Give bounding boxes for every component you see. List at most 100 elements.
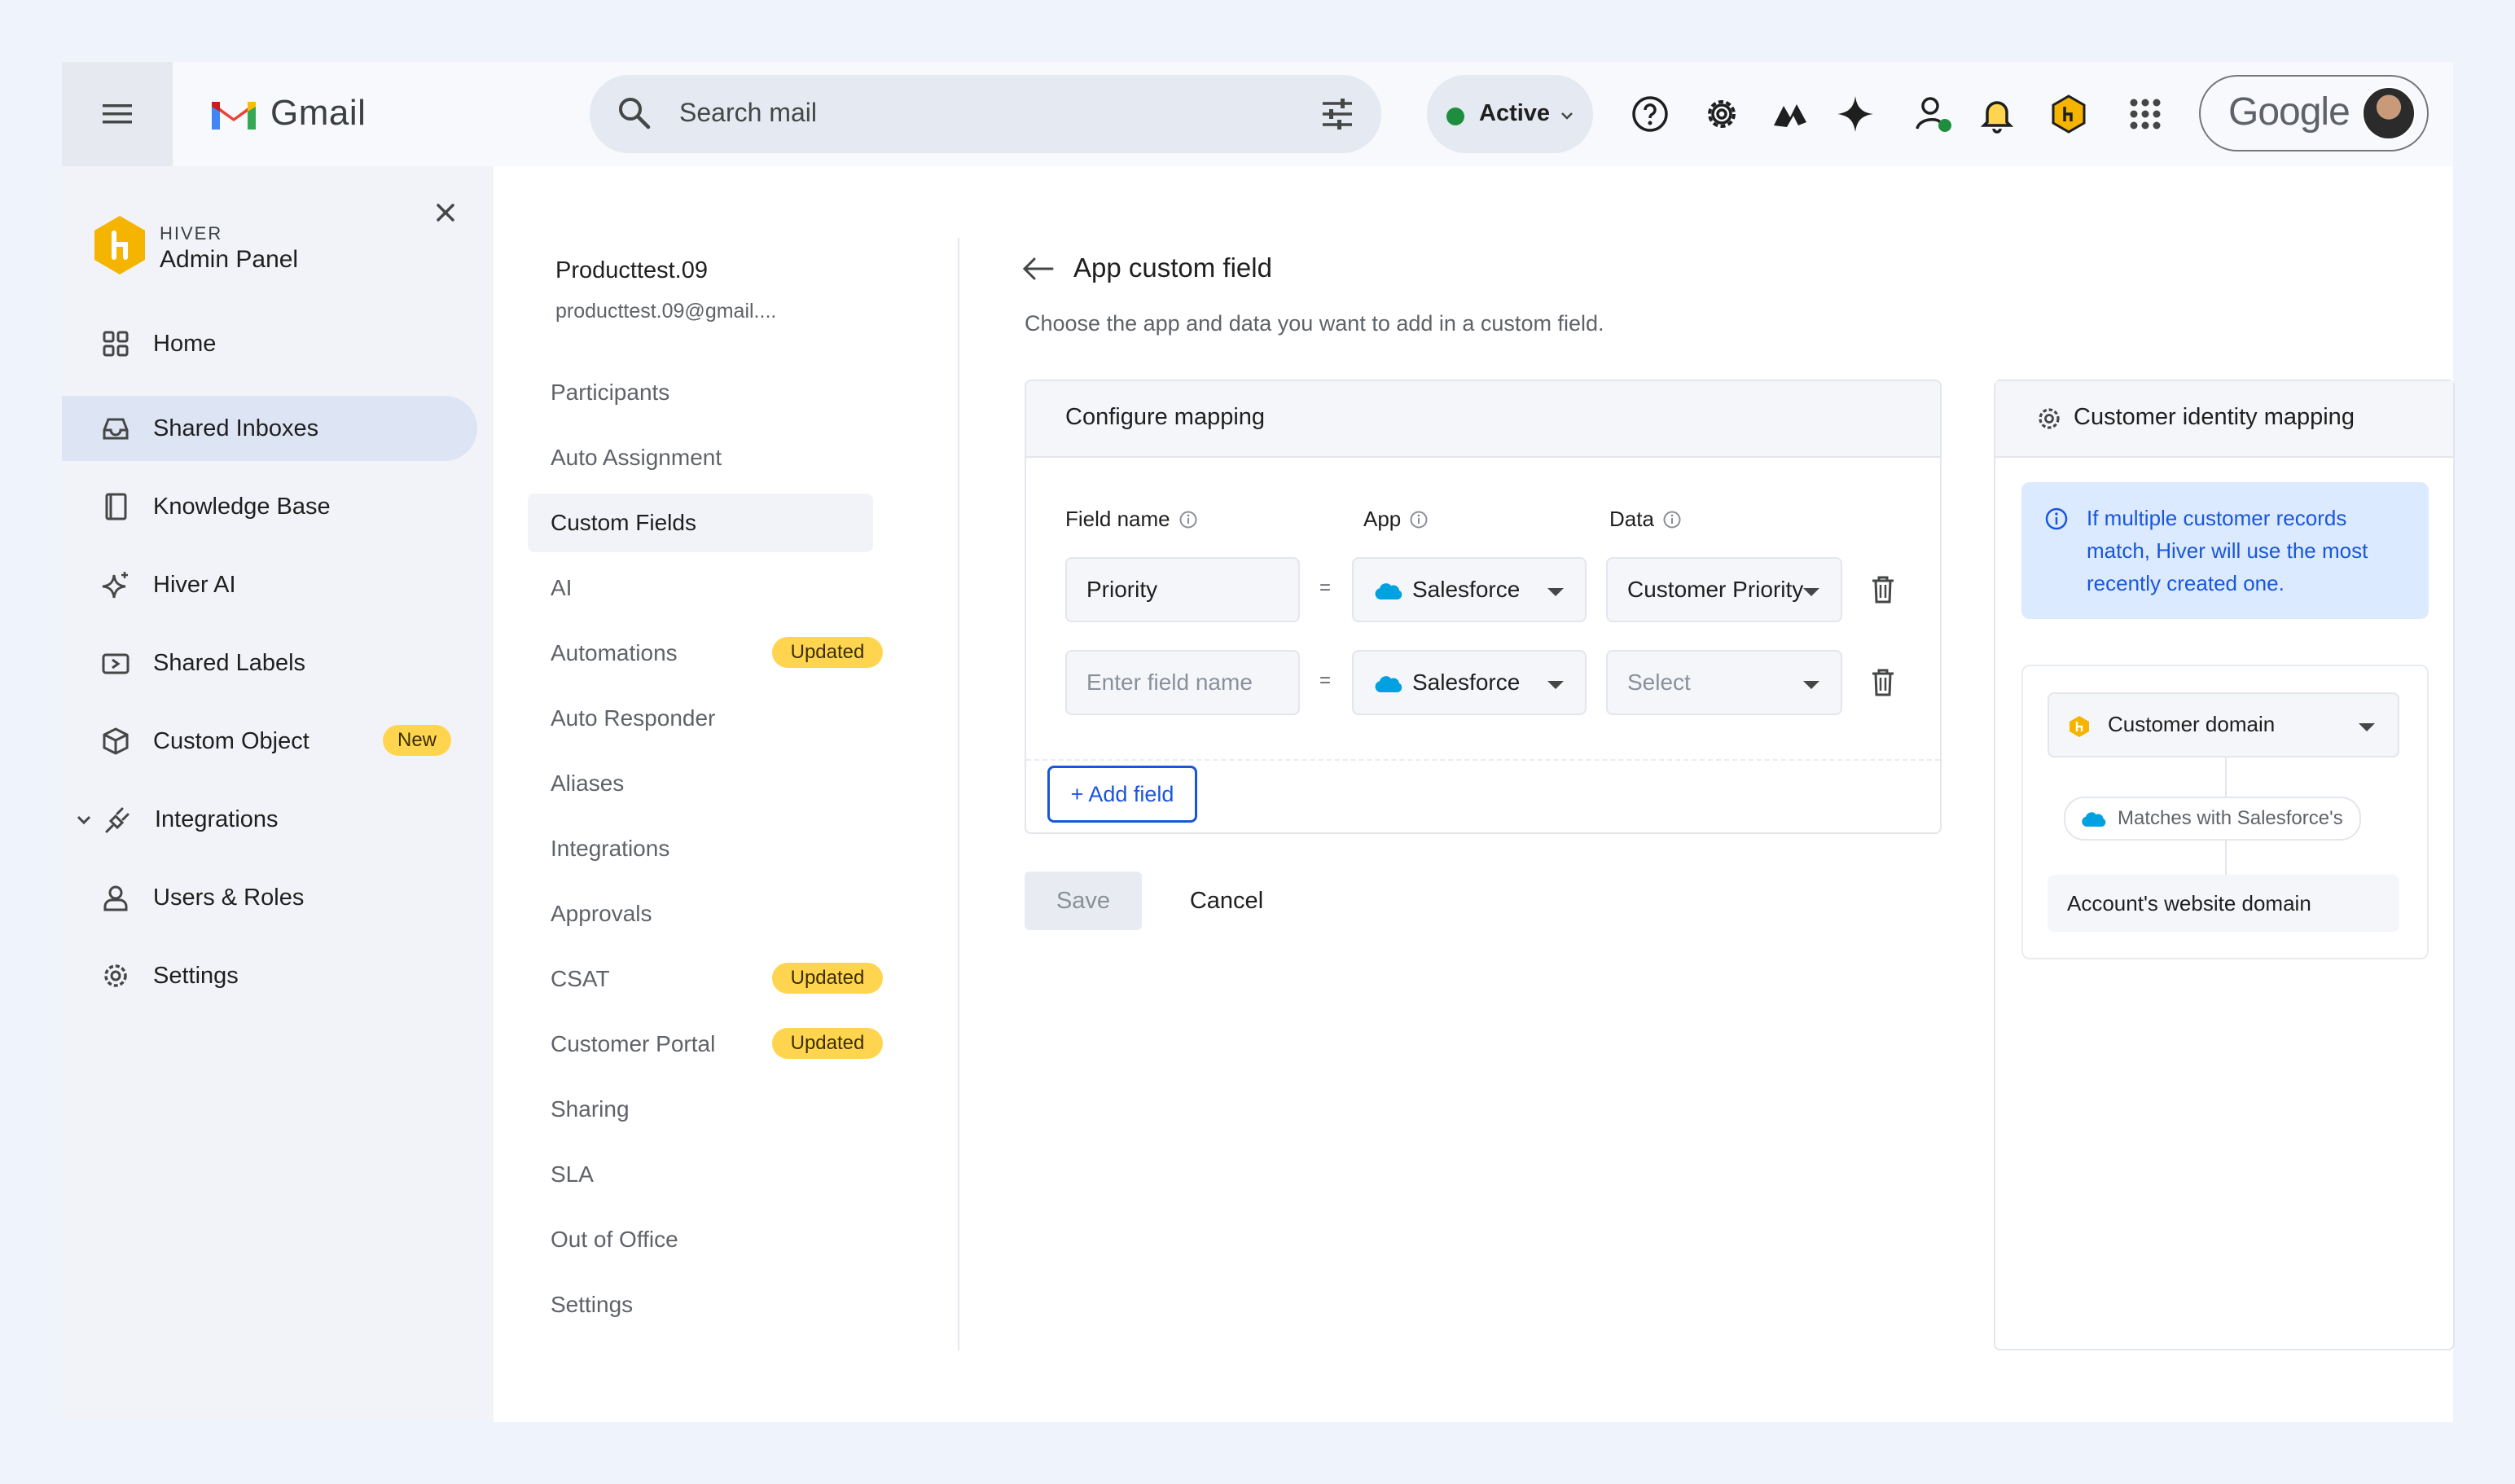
settings-item-participants[interactable]: Participants (528, 363, 873, 422)
field-name-input[interactable]: Enter field name (1065, 650, 1300, 715)
data-select[interactable]: Select (1606, 650, 1842, 715)
status-label: Active (1479, 100, 1551, 126)
nav-item-shared-inboxes[interactable]: Shared Inboxes (62, 396, 477, 461)
search-input[interactable]: Search mail (679, 98, 817, 128)
hiver-app-icon[interactable] (1769, 93, 1811, 135)
settings-item-integrations[interactable]: Integrations (528, 819, 873, 878)
main-menu-button[interactable] (62, 62, 173, 166)
settings-item-label: CSAT (551, 966, 610, 991)
nav-item-integrations[interactable]: Integrations (62, 787, 477, 852)
nav-label: Shared Labels (153, 650, 306, 676)
field-name-value: Priority (1086, 577, 1158, 602)
inbox-name: Producttest.09 (555, 257, 708, 283)
field-name-input[interactable]: Priority (1065, 557, 1300, 622)
settings-item-aliases[interactable]: Aliases (528, 754, 873, 813)
settings-item-csat[interactable]: CSAT Updated (528, 950, 883, 1008)
salesforce-cloud-icon (1375, 583, 1402, 599)
settings-item-label: SLA (551, 1161, 594, 1187)
settings-item-approvals[interactable]: Approvals (528, 885, 873, 943)
notification-bell-icon[interactable] (1976, 93, 2018, 135)
customer-identity-panel: Customer identity mapping If multiple cu… (1994, 380, 2455, 1350)
settings-item-label: Customer Portal (551, 1031, 716, 1056)
brand-small-label: HIVER (160, 223, 223, 244)
data-select[interactable]: Customer Priority (1606, 557, 1842, 622)
nav-item-home[interactable]: Home (62, 311, 477, 376)
settings-item-sla[interactable]: SLA (528, 1145, 873, 1204)
data-column-header: Data (1609, 507, 1682, 532)
save-button[interactable]: Save (1025, 872, 1142, 930)
gemini-sparkle-icon[interactable] (1834, 93, 1876, 135)
customer-domain-select[interactable]: Customer domain (2048, 692, 2399, 757)
gmail-top-bar: Gmail Search mail Active Google (62, 62, 2453, 166)
nav-item-users-roles[interactable]: Users & Roles (62, 865, 477, 930)
dropdown-arrow-icon (2359, 723, 2375, 731)
gmail-logo[interactable]: Gmail (208, 93, 366, 134)
nav-item-hiver-ai[interactable]: Hiver AI (62, 552, 477, 617)
data-placeholder: Select (1627, 670, 1691, 695)
inbox-tray-icon (103, 418, 129, 440)
settings-item-out-of-office[interactable]: Out of Office (528, 1210, 873, 1269)
cancel-button[interactable]: Cancel (1178, 872, 1275, 930)
customer-domain-value: Customer domain (2108, 712, 2276, 736)
nav-item-shared-labels[interactable]: Shared Labels (62, 630, 477, 696)
browser-frame: Gmail Search mail Active Google HIVER Ad… (62, 62, 2455, 1422)
avatar (2362, 86, 2416, 140)
help-icon[interactable] (1629, 93, 1671, 135)
nav-item-knowledge-base[interactable]: Knowledge Base (62, 474, 477, 539)
settings-item-sharing[interactable]: Sharing (528, 1080, 873, 1139)
card-title: Configure mapping (1065, 404, 1266, 430)
sparkle-icon (102, 572, 128, 599)
search-options-icon[interactable] (1319, 96, 1355, 132)
search-bar[interactable]: Search mail (590, 75, 1381, 153)
nav-item-settings[interactable]: Settings (62, 943, 477, 1008)
app-select[interactable]: Salesforce (1352, 650, 1587, 715)
apps-grid-icon[interactable] (2124, 93, 2166, 135)
google-account-button[interactable]: Google (2199, 75, 2429, 151)
status-selector[interactable]: Active (1427, 75, 1593, 153)
settings-item-label: Approvals (551, 901, 652, 926)
settings-item-auto-responder[interactable]: Auto Responder (528, 689, 873, 748)
nav-item-custom-object[interactable]: Custom Object New (62, 709, 477, 774)
settings-item-label: Custom Fields (551, 510, 696, 535)
settings-gear-icon[interactable] (1701, 93, 1743, 135)
settings-item-label: Automations (551, 640, 678, 665)
settings-item-customer-portal[interactable]: Customer Portal Updated (528, 1015, 883, 1073)
settings-item-label: Aliases (551, 771, 625, 796)
search-icon (619, 98, 651, 130)
add-field-button[interactable]: + Add field (1047, 766, 1197, 823)
settings-item-label: Integrations (551, 836, 670, 861)
app-value: Salesforce (1412, 670, 1521, 695)
book-icon (105, 493, 127, 520)
chevron-down-icon[interactable] (75, 811, 93, 829)
updated-badge: Updated (772, 1028, 883, 1059)
settings-item-automations[interactable]: Automations Updated (528, 624, 883, 683)
settings-item-ai[interactable]: AI (528, 559, 873, 617)
salesforce-cloud-icon (2082, 812, 2106, 827)
nav-label: Users & Roles (153, 885, 305, 911)
back-arrow-icon[interactable] (1020, 252, 1056, 285)
delete-row-icon[interactable] (1870, 668, 1896, 697)
matches-text: Matches with Salesforce's (2118, 807, 2343, 829)
settings-item-custom-fields[interactable]: Custom Fields (528, 494, 873, 552)
info-icon[interactable] (1178, 510, 1198, 529)
delete-row-icon[interactable] (1870, 575, 1896, 604)
configure-mapping-card: Configure mapping Field name App Data Pr… (1025, 380, 1942, 834)
app-value: Salesforce (1412, 577, 1521, 602)
salesforce-cloud-icon (1375, 676, 1402, 692)
hiver-hex-icon[interactable] (2048, 93, 2090, 135)
close-icon[interactable] (433, 200, 458, 225)
info-icon[interactable] (1409, 510, 1429, 529)
info-icon[interactable] (1662, 510, 1682, 529)
info-callout: If multiple customer records match, Hive… (2021, 482, 2429, 619)
column-label: Data (1609, 507, 1654, 531)
nav-label: Settings (153, 963, 239, 989)
panel-header: Customer identity mapping (1995, 381, 2453, 458)
plug-icon (105, 807, 129, 833)
app-select[interactable]: Salesforce (1352, 557, 1587, 622)
status-dot (1446, 108, 1464, 125)
gear-icon (104, 964, 127, 987)
new-badge: New (383, 725, 452, 756)
settings-item-auto-assignment[interactable]: Auto Assignment (528, 428, 873, 487)
contacts-status-icon[interactable] (1912, 93, 1955, 135)
settings-item-settings[interactable]: Settings (528, 1275, 873, 1334)
